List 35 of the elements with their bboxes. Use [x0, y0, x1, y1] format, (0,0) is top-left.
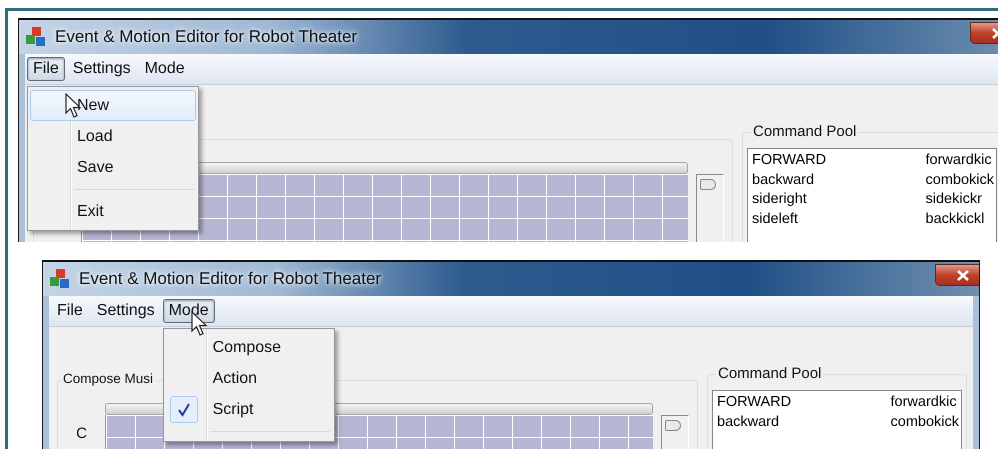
list-item[interactable]: sidekickr — [926, 190, 994, 210]
dropdown-item[interactable]: Exit — [30, 196, 196, 227]
list-item[interactable]: forwardkic — [926, 151, 994, 170]
list-item[interactable]: sideright — [752, 190, 918, 210]
slider-thumb[interactable] — [665, 420, 681, 431]
list-item[interactable]: combokick — [890, 412, 959, 432]
dropdown-item[interactable]: New — [30, 90, 196, 121]
app-icon — [49, 268, 71, 290]
list-item[interactable]: combokick — [926, 170, 994, 190]
dropdown-item[interactable]: Script — [166, 394, 332, 425]
list-item[interactable]: forwardkic — [890, 393, 959, 412]
menu-item[interactable]: File — [51, 299, 89, 323]
list-item[interactable]: sideleft — [752, 210, 918, 229]
menu-item[interactable]: Mode — [162, 299, 215, 323]
list-item[interactable]: backkickl — [926, 210, 994, 229]
menu-item[interactable]: Settings — [90, 299, 161, 323]
row-label: C — [76, 424, 87, 444]
list-item[interactable]: FORWARD — [717, 393, 882, 412]
menu-item[interactable]: File — [27, 57, 65, 81]
dropdown-item[interactable]: Action — [166, 363, 332, 394]
close-button[interactable] — [935, 264, 979, 286]
dropdown-item[interactable]: Load — [30, 121, 196, 152]
app-icon — [25, 26, 47, 48]
close-icon — [957, 270, 969, 280]
list-item[interactable]: backward — [717, 412, 882, 432]
slider-thumb[interactable] — [700, 179, 716, 190]
window-title: Event & Motion Editor for Robot Theater — [55, 27, 358, 47]
list-item[interactable]: backward — [752, 170, 918, 190]
group-title: Compose Musi — [61, 371, 156, 386]
dropdown-item[interactable]: Save — [30, 152, 196, 183]
list-item[interactable]: FORWARD — [752, 151, 918, 170]
menu-item[interactable]: Mode — [138, 57, 191, 81]
menu-item[interactable]: Settings — [66, 57, 137, 81]
window-title: Event & Motion Editor for Robot Theater — [79, 269, 382, 289]
dropdown-item[interactable]: Compose — [166, 332, 332, 363]
